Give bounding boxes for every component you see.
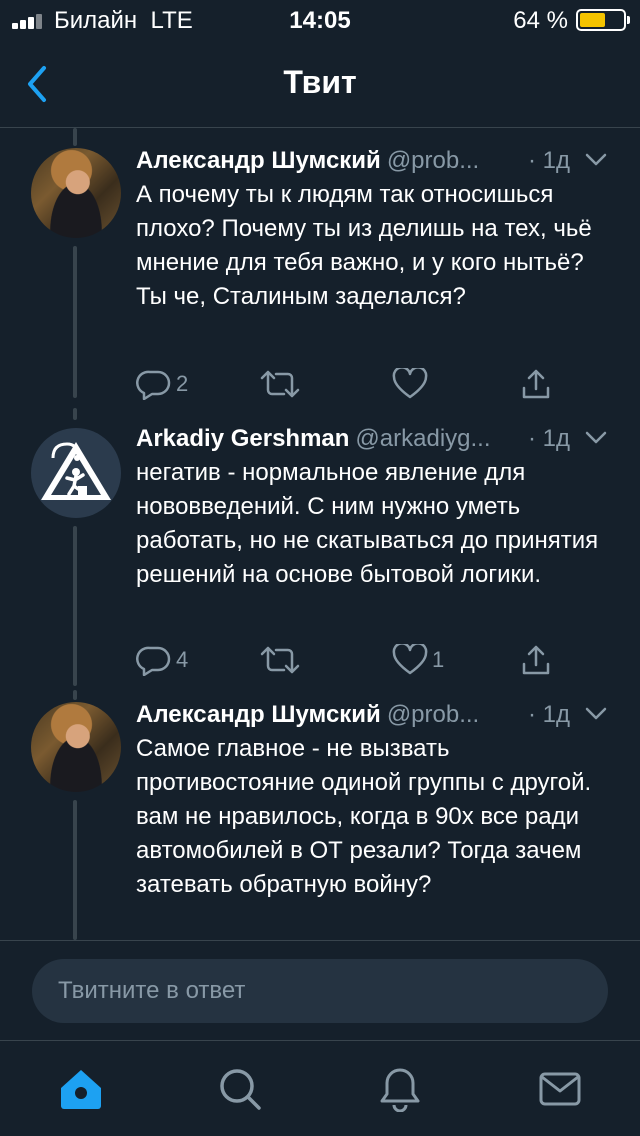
tweet[interactable]: Александр Шумский @prob... · 1д Самое гла… [0,690,640,940]
like-count: 1 [432,647,445,672]
like-icon [392,644,428,675]
handle[interactable]: @prob... [387,147,479,174]
search-icon [220,1069,261,1110]
tweet[interactable]: Александр Шумский @prob... · 1д А почему … [0,128,640,400]
reply-input[interactable]: Твитните в ответ [32,959,608,1023]
avatar[interactable] [31,148,121,238]
like-icon [392,368,428,399]
reply-count: 2 [176,371,189,396]
tab-bar [0,1040,640,1136]
tweet-header: Александр Шумский @prob... · 1д [136,698,616,732]
reply-button[interactable]: 2 [136,364,188,404]
display-name[interactable]: Arkadiy Gershman [136,425,349,452]
retweet-button[interactable] [260,640,300,680]
chevron-down-icon[interactable] [584,706,608,722]
avatar[interactable] [31,428,121,518]
tab-search[interactable] [216,1065,264,1113]
like-button[interactable] [392,364,432,404]
handle[interactable]: @prob... [387,701,479,728]
thread-line [73,690,77,700]
logo-icon [41,442,111,500]
thread-line [73,408,77,420]
battery-icon [576,9,630,31]
thread-line [73,246,77,398]
tweet-text: негатив - нормальное явление для нововве… [136,459,599,588]
thread-line [73,800,77,940]
tweet[interactable]: Arkadiy Gershman @arkadiyg... · 1д негати… [0,408,640,686]
avatar[interactable] [31,702,121,792]
share-button[interactable] [520,364,552,404]
nav-bar: Твит [0,40,640,128]
tab-messages[interactable] [536,1065,584,1113]
tweet-header: Александр Шумский @prob... · 1д [136,144,616,178]
retweet-icon [260,370,300,398]
status-bar: Билайн LTE 14:05 64 % [0,0,640,40]
reply-bar: Твитните в ответ [0,940,640,1040]
share-button[interactable] [520,640,552,680]
like-button[interactable]: 1 [392,640,444,680]
thread-line [73,526,77,686]
home-icon [61,1070,101,1109]
thread-line [73,128,77,146]
notifications-icon [380,1068,420,1112]
reply-button[interactable]: 4 [136,640,188,680]
retweet-button[interactable] [260,364,300,404]
reply-count: 4 [176,647,189,672]
display-name[interactable]: Александр Шумский [136,701,381,728]
reply-icon [136,646,171,676]
battery-percent: 64 % [513,7,568,34]
battery-fill [580,13,606,27]
tweet-actions: 2 [136,364,596,404]
tweet-actions: 4 1 [136,640,596,680]
tweet-header: Arkadiy Gershman @arkadiyg... · 1д [136,422,616,456]
tab-notifications[interactable] [376,1065,424,1113]
share-icon [522,645,550,675]
messages-icon [539,1072,581,1106]
tweet-text: А почему ты к людям так относишься плохо… [136,181,592,310]
retweet-icon [260,646,300,674]
chevron-down-icon[interactable] [584,430,608,446]
handle[interactable]: @arkadiyg... [355,425,490,452]
tweet-time: · 1д [528,425,571,452]
chevron-down-icon[interactable] [584,152,608,168]
tweet-text: Самое главное - не вызвать противостояни… [136,735,592,898]
tweet-time: · 1д [528,701,571,728]
tab-home[interactable] [57,1065,105,1113]
reply-icon [136,370,171,400]
display-name[interactable]: Александр Шумский [136,147,381,174]
page-title: Твит [283,64,357,100]
share-icon [522,369,550,399]
tweet-time: · 1д [528,147,571,174]
